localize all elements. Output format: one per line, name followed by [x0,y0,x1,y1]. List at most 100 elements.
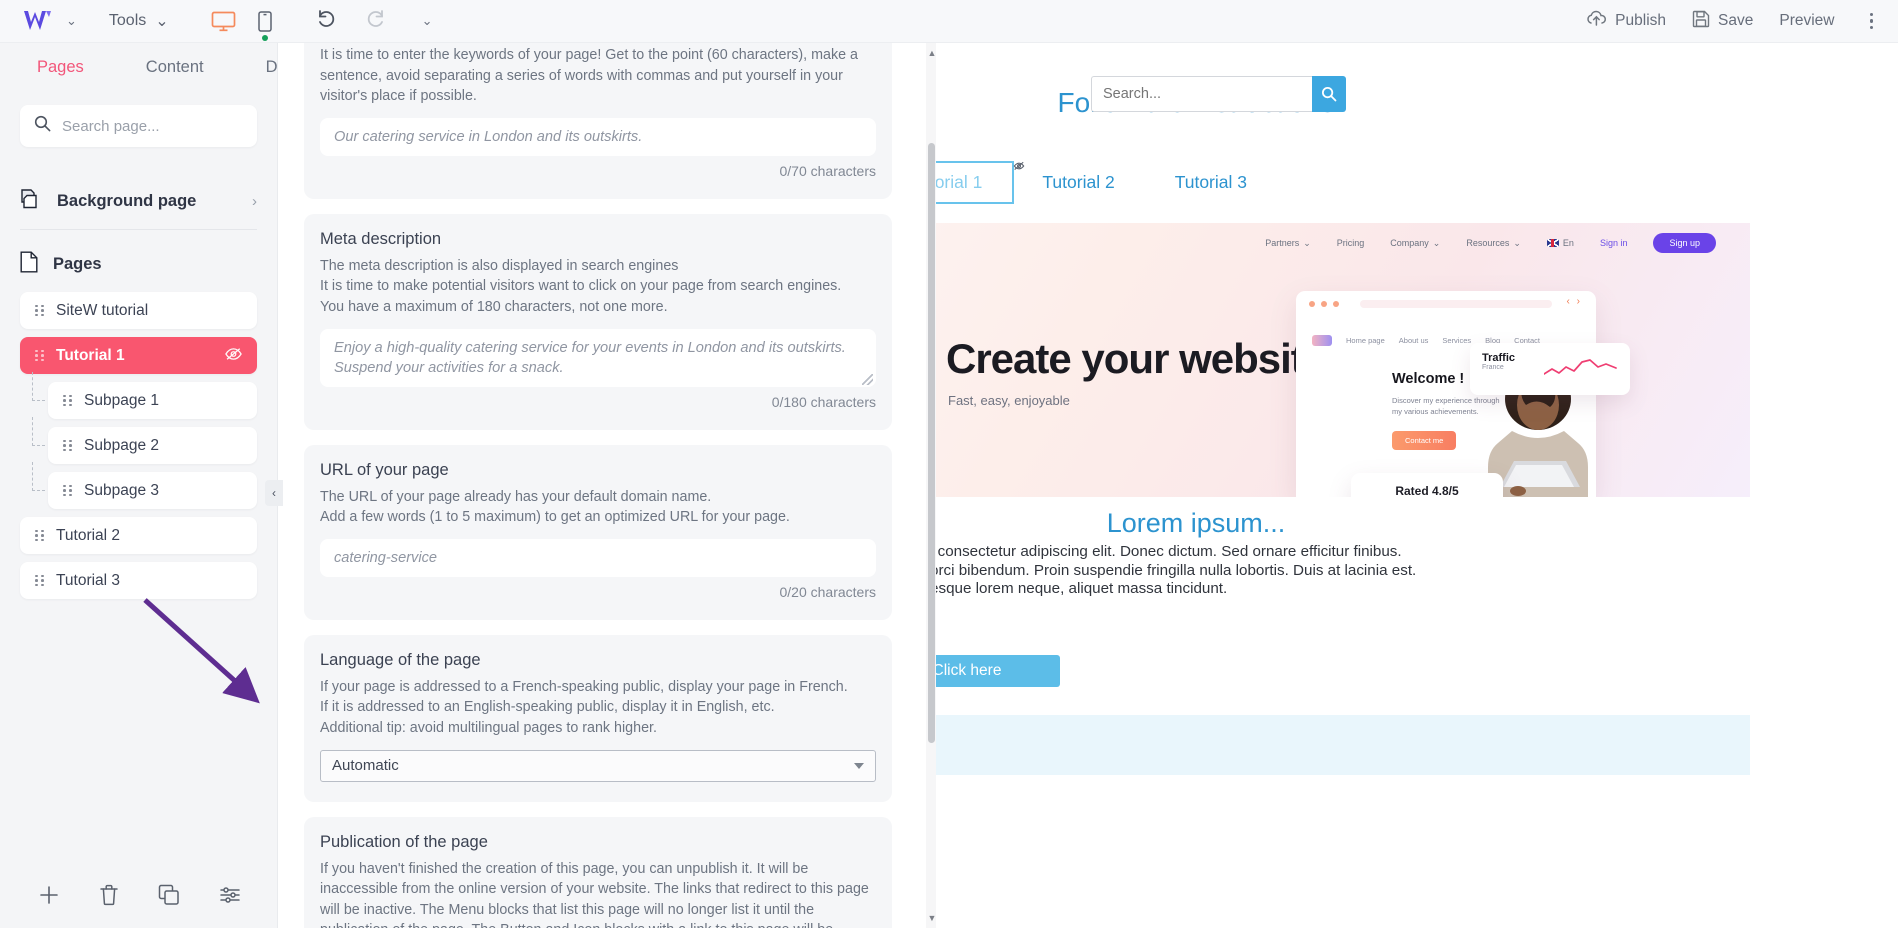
duplicate-page-icon[interactable] [158,884,180,911]
tab-content-label: Content [145,57,204,76]
preview-menu-item-tutorial-1[interactable]: Tutorial 1 [936,161,1025,204]
add-page-icon[interactable] [38,884,60,911]
menu-item-label: Tutorial 1 [936,172,983,192]
language-select[interactable]: Automatic [320,749,876,782]
page-item-sitew-tutorial[interactable]: SiteW tutorial [20,292,257,329]
rating-title: Rated 4.8/5 [1395,484,1459,497]
history-dropdown-chevron-icon[interactable]: ⌄ [422,13,433,29]
preview-lorem-body: Lorem ipsum dolor sit amet, consectetur … [936,543,1417,598]
sitew-logo-icon[interactable] [20,8,56,34]
save-button[interactable]: Save [1692,10,1753,33]
page-settings-icon[interactable] [219,884,241,911]
meta-description-help-text: The meta description is also displayed i… [320,257,842,315]
preview-menu-item-tutorial-2[interactable]: Tutorial 2 [1012,163,1144,202]
publish-button[interactable]: Publish [1586,10,1666,32]
page-item-label: Subpage 1 [84,391,159,409]
page-item-tutorial-3[interactable]: Tutorial 3 [20,562,257,599]
background-page-item[interactable]: Background page › [20,179,257,223]
resize-handle-icon[interactable] [862,373,873,385]
mock-nav-item: Home page [1346,336,1385,345]
hero-nav: Partners ⌄ Pricing Company ⌄ Resources ⌄… [1265,233,1716,253]
desktop-view-icon[interactable] [211,11,236,32]
save-label: Save [1718,12,1754,29]
tab-pages[interactable]: Pages [6,43,115,91]
preview-label: Preview [1779,12,1835,29]
publication-title: Publication of the page [320,832,488,851]
preview-search-input[interactable] [1091,76,1312,112]
search-page-box[interactable] [20,105,257,147]
mobile-status-dot [261,34,268,41]
drag-handle-icon[interactable] [63,394,72,407]
drag-handle-icon[interactable] [35,574,44,587]
url-help-text: The URL of your page already has your de… [320,488,790,526]
hero-nav-company: Company ⌄ [1390,237,1441,249]
pages-section-header: Pages [20,246,257,282]
keywords-input[interactable]: Our catering service in London and its o… [320,117,876,156]
form-scrollbar-track[interactable]: ▲ ▼ [926,43,936,928]
search-input[interactable] [62,117,243,135]
language-title: Language of the page [320,650,481,669]
drag-handle-icon[interactable] [35,529,44,542]
preview-search-button[interactable] [1312,76,1346,112]
page-item-subpage-2[interactable]: Subpage 2 [32,417,257,464]
url-counter: 0/20 characters [779,583,877,600]
hero-signin-link: Sign in [1599,238,1628,248]
sidebar-footer-toolbar [0,866,278,928]
scroll-up-arrow-icon[interactable]: ▲ [928,48,937,58]
drag-handle-icon[interactable] [63,484,72,497]
page-item-tutorial-1[interactable]: Tutorial 1 [20,337,257,374]
uk-flag-icon [1546,239,1559,247]
preview-button[interactable]: Preview [1779,12,1834,30]
hero-language-selector: En [1546,238,1574,248]
eye-off-icon[interactable] [225,347,242,365]
undo-icon[interactable] [316,9,338,34]
app-root: ⌄ Tools ⌄ ⌄ Publish Save Preview Pages C… [0,0,1898,928]
collapse-panel-handle[interactable]: ‹ [265,480,283,506]
publication-help-text: If you haven't finished the creation of … [320,860,869,928]
rating-card: Rated 4.8/5 by our users based on 915 re… [1351,473,1503,497]
drag-handle-icon[interactable] [35,304,44,317]
page-item-subpage-3[interactable]: Subpage 3 [32,462,257,509]
logo-dropdown-chevron-icon[interactable]: ⌄ [66,13,77,29]
page-item-subpage-1[interactable]: Subpage 1 [32,372,257,419]
chevron-right-icon[interactable]: › [252,193,257,210]
scroll-down-arrow-icon[interactable]: ▼ [928,913,937,923]
url-input[interactable]: catering-service [320,538,876,577]
menu-item-label: Tutorial 2 [1042,172,1115,192]
hero-nav-pricing: Pricing [1336,238,1365,248]
more-options-icon[interactable] [1861,9,1883,34]
page-list: SiteW tutorial Tutorial 1 Subpage 1 Subp… [0,292,277,599]
form-scrollbar-thumb[interactable] [928,143,935,743]
hero-nav-label: Resources [1466,238,1510,248]
traffic-sparkline-chart [1544,359,1617,375]
mock-contact-button: Contact me [1392,431,1457,450]
mobile-view-icon[interactable] [257,10,272,41]
preview-menu-item-tutorial-3[interactable]: Tutorial 3 [1145,163,1277,202]
menu-item-label: Tutorial 3 [1174,172,1247,192]
mock-window-dots-icon [1309,301,1339,307]
url-placeholder: catering-service [334,549,438,566]
search-icon [34,115,51,137]
drag-handle-icon[interactable] [35,349,44,362]
page-item-label: Subpage 2 [84,436,159,454]
preview-click-here-button[interactable]: Click here [936,655,1060,687]
seo-settings-panel: It is time to enter the keywords of your… [278,43,928,928]
hero-nav-label: Company [1390,238,1429,248]
preview-search-block[interactable] [1091,76,1346,112]
card-publication: Publication of the page If you haven't f… [304,816,892,928]
seo-form-scroll-area: It is time to enter the keywords of your… [278,43,918,928]
page-item-label: Tutorial 1 [56,346,125,364]
drag-handle-icon[interactable] [63,439,72,452]
mock-welcome-title: Welcome ! [1392,371,1465,387]
tools-menu-button[interactable]: Tools ⌄ [109,11,169,31]
meta-description-textarea[interactable]: Enjoy a high-quality catering service fo… [320,328,876,387]
hero-nav-resources: Resources ⌄ [1466,237,1521,249]
preview-blue-strip-block [936,715,1750,775]
page-item-tutorial-2[interactable]: Tutorial 2 [20,517,257,554]
pages-label: Pages [53,254,102,273]
preview-menu-block: SiteW tutorial Tutorial 1 Tutorial 2 Tut… [936,161,1496,204]
background-page-label: Background page [57,191,197,210]
delete-page-icon[interactable] [99,884,119,911]
mock-site-logo-icon [1312,335,1332,346]
tab-content[interactable]: Content [115,43,235,91]
